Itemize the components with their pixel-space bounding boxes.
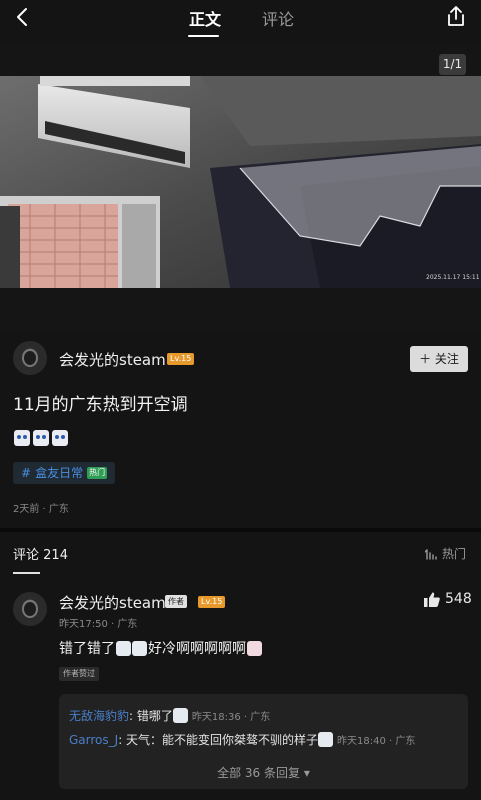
sort-icon (425, 548, 437, 560)
post-meta: 2天前 · 广东 (13, 504, 69, 515)
chevron-left-icon[interactable] (12, 6, 34, 28)
emoji-icon (52, 430, 68, 446)
more-replies-button[interactable]: 全部 36 条回复 ▾ (59, 764, 468, 781)
comments-tab-indicator (13, 572, 40, 574)
more-replies-label: 全部 36 条回复 (217, 766, 301, 780)
like-count: 548 (445, 591, 472, 607)
plus-icon: ＋ (419, 352, 432, 366)
emoji-icon (14, 430, 30, 446)
photo-timestamp: 2025.11.17 15:11 (426, 274, 480, 281)
comment-meta: 昨天17:50 · 广东 (59, 619, 138, 630)
reply-author[interactable]: 无敌海豹豹 (69, 707, 129, 724)
level-badge: Lv.15 (167, 353, 195, 365)
thumbs-up-icon (424, 592, 440, 607)
reply-text: : 天气：能不能变回你桀骜不驯的样子 (118, 733, 319, 747)
share-icon[interactable] (445, 5, 467, 27)
reply-time: 昨天18:36 · 广东 (191, 712, 271, 723)
avatar[interactable] (13, 592, 47, 626)
level-badge: Lv.15 (198, 596, 226, 608)
emoji-icon (132, 640, 147, 656)
emoji-row (14, 430, 68, 446)
section-divider (0, 528, 481, 532)
reply-author[interactable]: Garros_J (69, 733, 118, 747)
follow-label: 关注 (434, 352, 459, 366)
emoji-icon (33, 430, 49, 446)
emoji-icon (172, 708, 188, 723)
author-liked-badge: 作者赞过 (59, 667, 99, 681)
avatar[interactable] (13, 341, 47, 375)
sort-label: 热门 (442, 547, 467, 561)
tab-comments[interactable]: 评论 (262, 6, 294, 30)
author-badge: 作者 (165, 595, 187, 608)
emoji-icon (247, 640, 262, 656)
emoji-icon (318, 732, 334, 747)
post-author-name[interactable]: 会发光的steam (59, 349, 166, 370)
follow-button[interactable]: ＋ 关注 (410, 346, 468, 372)
post-title: 11月的广东热到开空调 (13, 395, 188, 415)
post-photo[interactable] (0, 76, 481, 288)
reply-time: 昨天18:40 · 广东 (337, 736, 416, 747)
comments-title: 评论 214 (13, 544, 68, 563)
comments-label: 评论 (13, 548, 40, 563)
tab-main[interactable]: 正文 (189, 6, 221, 30)
emoji-icon (116, 640, 131, 656)
topic-tag-label: 盒友日常 (35, 466, 84, 480)
top-bar: 正文 评论 (0, 0, 481, 44)
reply-item[interactable]: Garros_J : 天气：能不能变回你桀骜不驯的样子 昨天18:40 · 广东 (69, 731, 415, 748)
caret-down-icon: ▾ (303, 766, 310, 780)
comment-body: 错了错了 好冷啊啊啊啊啊 (59, 638, 262, 658)
hash-icon: # (21, 466, 32, 480)
reply-text: : 错哪了 (129, 709, 173, 723)
hot-badge: 热门 (87, 467, 108, 479)
comment-text: 错了错了 (59, 641, 115, 657)
image-counter: 1/1 (439, 54, 466, 75)
topic-tag[interactable]: # 盒友日常 热门 (13, 462, 116, 484)
sort-button[interactable]: 热门 (425, 545, 466, 562)
comments-count: 214 (43, 548, 68, 563)
comment-author-name[interactable]: 会发光的steam (59, 592, 166, 613)
like-button[interactable]: 548 (424, 591, 472, 607)
active-tab-indicator (188, 35, 219, 37)
comment-text: 好冷啊啊啊啊啊 (148, 641, 246, 657)
reply-box: 无敌海豹豹 : 错哪了 昨天18:36 · 广东 Garros_J : 天气：能… (59, 694, 468, 789)
reply-item[interactable]: 无敌海豹豹 : 错哪了 昨天18:36 · 广东 (69, 707, 270, 724)
